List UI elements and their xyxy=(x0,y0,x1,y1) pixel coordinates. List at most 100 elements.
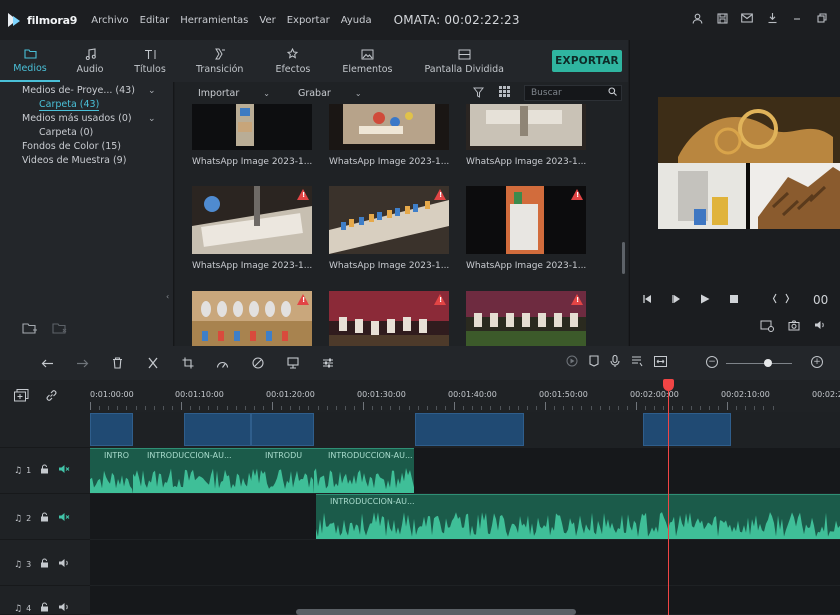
mail-icon[interactable] xyxy=(741,12,753,24)
menu-herramientas[interactable]: Herramientas xyxy=(180,15,248,26)
delete-icon[interactable] xyxy=(100,357,135,369)
grid-view-icon[interactable] xyxy=(499,86,510,97)
audio-clip[interactable]: INTRODUCCION-AU... xyxy=(314,448,414,493)
audio-clip[interactable]: INTRODUCCION-AU... xyxy=(133,448,251,493)
audio-clip[interactable]: INTRO xyxy=(90,448,133,493)
tree-item-most-used[interactable]: Medios más usados (0) ⌄ xyxy=(0,112,173,126)
tab-transicion[interactable]: Transición xyxy=(180,40,259,82)
media-thumbnail[interactable] xyxy=(329,186,449,254)
audio-clip[interactable]: INTRODUCCION-AU... xyxy=(316,494,840,539)
tab-medios[interactable]: Medios xyxy=(0,40,60,82)
tree-item-color-backgrounds[interactable]: Fondos de Color (15) xyxy=(0,140,173,154)
chevron-down-icon[interactable]: ⌄ xyxy=(148,112,156,126)
media-item[interactable] xyxy=(192,291,312,346)
video-clip[interactable] xyxy=(643,413,731,446)
marker-icon[interactable] xyxy=(589,355,599,370)
fit-timeline-icon[interactable] xyxy=(654,355,667,370)
render-preview-icon[interactable] xyxy=(760,320,774,335)
import-dropdown[interactable]: Importar ⌄ xyxy=(198,88,270,99)
adjust-icon[interactable] xyxy=(310,357,345,369)
preview-video[interactable] xyxy=(658,97,840,229)
render-icon[interactable] xyxy=(566,355,578,370)
audio-track-3[interactable] xyxy=(90,540,840,586)
media-thumbnail[interactable] xyxy=(466,291,586,346)
tab-audio[interactable]: Audio xyxy=(60,40,120,82)
delete-folder-icon[interactable] xyxy=(52,322,68,338)
menu-ver[interactable]: Ver xyxy=(259,15,275,26)
undo-icon[interactable] xyxy=(30,358,65,369)
timeline-ruler[interactable]: 0:01:00:00 00:01:10:00 00:01:20:00 00:01… xyxy=(90,380,840,412)
video-clip[interactable] xyxy=(184,413,251,446)
user-icon[interactable] xyxy=(691,12,703,24)
media-thumbnail[interactable] xyxy=(466,104,586,150)
minimize-icon[interactable] xyxy=(791,12,803,24)
search-input[interactable]: Buscar xyxy=(524,85,622,101)
volume-icon[interactable] xyxy=(58,602,70,615)
media-thumbnail[interactable] xyxy=(192,186,312,254)
download-icon[interactable] xyxy=(766,12,778,24)
tab-titulos[interactable]: Títulos xyxy=(120,40,180,82)
media-thumbnail[interactable] xyxy=(329,104,449,150)
lock-icon[interactable] xyxy=(40,602,49,615)
playhead-handle[interactable] xyxy=(663,379,674,391)
playhead-line[interactable] xyxy=(668,380,669,615)
tab-pantalla-dividida[interactable]: Pantalla Dividida xyxy=(408,40,520,82)
next-frame-icon[interactable] xyxy=(671,294,681,307)
voiceover-icon[interactable] xyxy=(631,355,643,370)
redo-icon[interactable] xyxy=(65,358,100,369)
video-clip[interactable] xyxy=(90,413,133,446)
filter-icon[interactable] xyxy=(472,87,485,101)
media-thumbnail[interactable] xyxy=(466,186,586,254)
speed-icon[interactable] xyxy=(205,358,240,369)
media-thumbnail[interactable] xyxy=(192,104,312,150)
zoom-out-icon[interactable]: − xyxy=(706,356,718,368)
green-screen-icon[interactable] xyxy=(275,357,310,369)
tree-item-sample-videos[interactable]: Videos de Muestra (9) xyxy=(0,154,173,168)
lock-icon[interactable] xyxy=(40,512,49,525)
zoom-slider[interactable] xyxy=(726,363,792,364)
audio-track-1[interactable]: INTRO INTRODUCCION-AU... INTRODU INTRODU… xyxy=(90,448,840,494)
menu-exportar[interactable]: Exportar xyxy=(287,15,330,26)
tree-item-folder-0[interactable]: Carpeta (0) xyxy=(0,126,173,140)
tab-elementos[interactable]: Elementos xyxy=(326,40,408,82)
snapshot-icon[interactable] xyxy=(788,320,800,335)
record-dropdown[interactable]: Grabar ⌄ xyxy=(298,88,362,99)
audio-clip[interactable]: INTRODU xyxy=(251,448,314,493)
media-item[interactable]: WhatsApp Image 2023-1... xyxy=(329,186,449,271)
media-item[interactable] xyxy=(466,291,586,346)
media-item[interactable] xyxy=(329,291,449,346)
timeline-scrollbar[interactable] xyxy=(296,609,576,615)
menu-archivo[interactable]: Archivo xyxy=(91,15,128,26)
lock-icon[interactable] xyxy=(40,558,49,571)
media-item[interactable]: WhatsApp Image 2023-1... xyxy=(466,104,586,167)
link-icon[interactable] xyxy=(45,389,58,405)
zoom-in-icon[interactable]: + xyxy=(811,356,823,368)
media-thumbnail[interactable] xyxy=(192,291,312,346)
video-track[interactable] xyxy=(90,412,840,448)
media-thumbnail[interactable] xyxy=(329,291,449,346)
mute-icon[interactable] xyxy=(58,512,70,525)
add-track-icon[interactable] xyxy=(14,389,29,405)
color-icon[interactable] xyxy=(240,357,275,369)
volume-icon[interactable] xyxy=(58,558,70,571)
tab-efectos[interactable]: Efectos xyxy=(259,40,326,82)
zoom-slider-handle[interactable] xyxy=(764,359,772,367)
menu-editar[interactable]: Editar xyxy=(140,15,170,26)
media-scrollbar[interactable] xyxy=(622,242,625,274)
volume-icon[interactable] xyxy=(814,320,826,335)
play-icon[interactable] xyxy=(700,294,710,307)
save-icon[interactable] xyxy=(716,12,728,24)
lock-icon[interactable] xyxy=(40,464,49,477)
mark-in-out-icon[interactable] xyxy=(772,293,790,307)
microphone-icon[interactable] xyxy=(610,354,620,370)
restore-icon[interactable] xyxy=(816,12,828,24)
menu-ayuda[interactable]: Ayuda xyxy=(341,15,372,26)
media-item[interactable]: WhatsApp Image 2023-1... xyxy=(329,104,449,167)
media-item[interactable]: WhatsApp Image 2023-1... xyxy=(192,186,312,271)
previous-frame-icon[interactable] xyxy=(642,294,652,307)
stop-icon[interactable] xyxy=(729,294,739,307)
crop-icon[interactable] xyxy=(170,357,205,369)
video-clip[interactable] xyxy=(415,413,524,446)
export-button[interactable]: EXPORTAR xyxy=(552,50,622,72)
media-item[interactable]: WhatsApp Image 2023-1... xyxy=(192,104,312,167)
